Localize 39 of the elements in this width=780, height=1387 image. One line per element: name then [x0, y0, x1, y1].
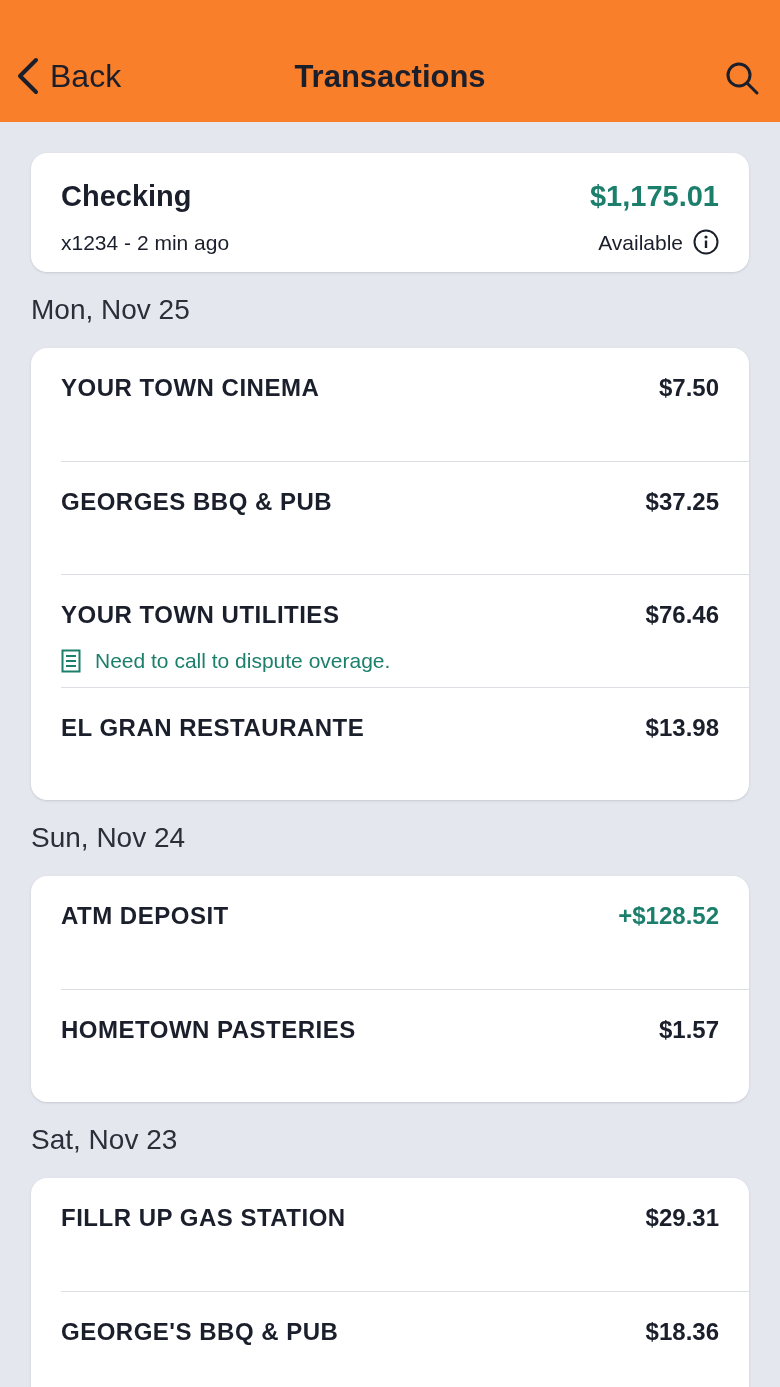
merchant-name: YOUR TOWN CINEMA — [61, 373, 320, 403]
transaction-row[interactable]: ATM DEPOSIT +$128.52 — [61, 876, 749, 989]
account-balance: $1,175.01 — [590, 179, 719, 214]
date-heading: Sat, Nov 23 — [31, 1123, 178, 1157]
merchant-name: EL GRAN RESTAURANTE — [61, 713, 365, 743]
transaction-row[interactable]: HOMETOWN PASTERIES $1.57 — [61, 989, 749, 1102]
transaction-amount: $18.36 — [645, 1317, 719, 1347]
merchant-name: ATM DEPOSIT — [61, 901, 229, 931]
account-card[interactable]: Checking x1234 - 2 min ago $1,175.01 Available — [31, 153, 749, 272]
back-button[interactable]: Back — [16, 52, 216, 100]
account-meta: x1234 - 2 min ago — [61, 229, 230, 256]
search-icon — [724, 60, 760, 96]
date-heading: Mon, Nov 25 — [31, 293, 190, 327]
screen-title: Transactions — [294, 57, 486, 96]
transaction-amount: $76.46 — [645, 600, 719, 630]
merchant-name: HOMETOWN PASTERIES — [61, 1015, 356, 1045]
date-heading: Sun, Nov 24 — [31, 821, 186, 855]
transaction-row[interactable]: EL GRAN RESTAURANTE $13.98 — [61, 687, 749, 800]
transaction-amount: $1.57 — [658, 1015, 719, 1045]
transaction-amount: $29.31 — [645, 1203, 719, 1233]
info-icon[interactable] — [693, 229, 719, 256]
merchant-name: GEORGE'S BBQ & PUB — [61, 1317, 339, 1347]
transaction-row[interactable]: GEORGES BBQ & PUB $37.25 — [61, 461, 749, 574]
transaction-row[interactable]: YOUR TOWN UTILITIES Need to call to dispute overage. $76.46 — [61, 574, 749, 687]
chevron-left-icon — [16, 57, 40, 95]
transaction-row[interactable]: YOUR TOWN CINEMA $7.50 — [61, 348, 749, 461]
transaction-row[interactable]: GEORGE'S BBQ & PUB $18.36 — [61, 1291, 749, 1387]
balance-label: Available — [598, 229, 683, 256]
transaction-row[interactable]: FILLR UP GAS STATION $29.31 — [61, 1178, 749, 1291]
account-name: Checking — [61, 179, 193, 214]
transaction-amount: +$128.52 — [618, 901, 719, 931]
merchant-name: YOUR TOWN UTILITIES — [61, 600, 341, 630]
merchant-name: GEORGES BBQ & PUB — [61, 487, 333, 517]
transaction-amount: $37.25 — [645, 487, 719, 517]
transaction-amount: $7.50 — [658, 373, 719, 403]
transaction-amount: $13.98 — [645, 713, 719, 743]
merchant-name: FILLR UP GAS STATION — [61, 1203, 346, 1233]
transaction-note: Need to call to dispute overage. — [95, 648, 391, 674]
note-icon — [61, 648, 81, 673]
